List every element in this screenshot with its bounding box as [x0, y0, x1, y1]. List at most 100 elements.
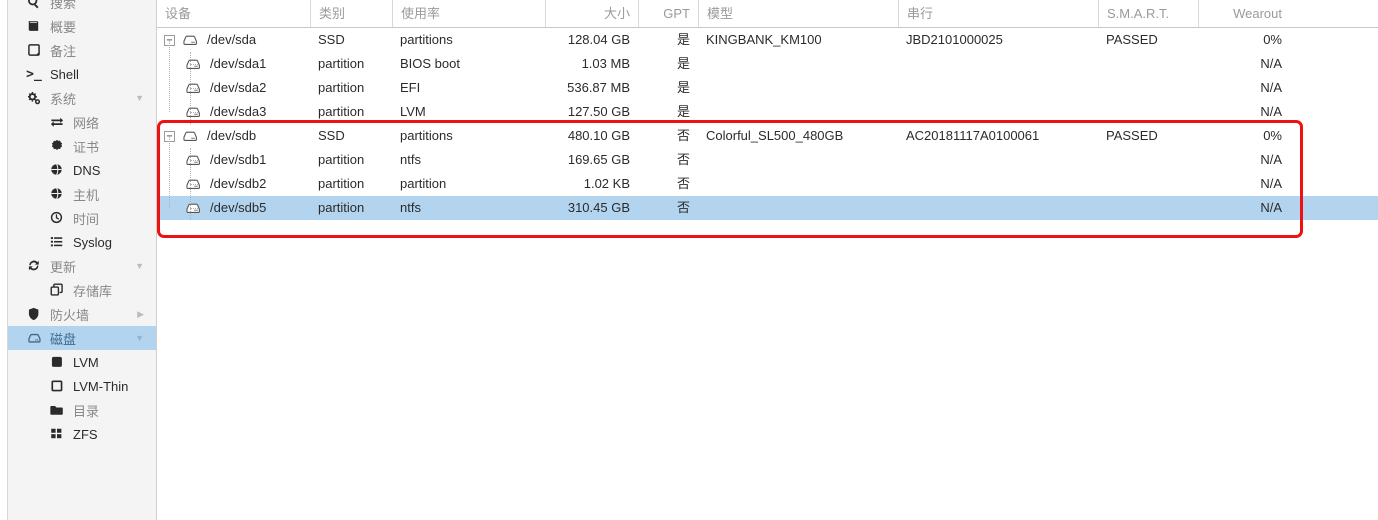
sidebar-item-label: 磁盘 — [50, 331, 77, 347]
sidebar-item-system[interactable]: 系统 ▼ — [8, 86, 156, 110]
cell-size: 310.45 GB — [567, 200, 630, 215]
cell-size: 128.04 GB — [567, 32, 630, 47]
column-header-size[interactable]: 大小 — [545, 0, 638, 27]
cell-model — [698, 196, 898, 220]
sidebar-item-notes[interactable]: 备注 — [8, 38, 156, 62]
sidebar-item-certificates[interactable]: 证书 — [8, 134, 156, 158]
cell-wearout: 0% — [1263, 128, 1282, 143]
sidebar-item-updates[interactable]: 更新 ▼ — [8, 254, 156, 278]
cell-device: /dev/sda3 — [157, 100, 310, 124]
sidebar-item-firewall[interactable]: 防火墙 ▶ — [8, 302, 156, 326]
table-row[interactable]: /dev/sdb5 partition ntfs 310.45 GB 否 N/A — [157, 196, 1378, 220]
cell-type: partition — [318, 176, 365, 191]
table-row[interactable]: /dev/sdb1 partition ntfs 169.65 GB 否 N/A — [157, 148, 1378, 172]
column-header-gpt[interactable]: GPT — [638, 0, 698, 27]
cell-device: /dev/sda2 — [157, 76, 310, 100]
cell-gpt: 是 — [676, 56, 690, 71]
sidebar-item-time[interactable]: 时间 — [8, 206, 156, 230]
sidebar-item-zfs[interactable]: ZFS — [8, 422, 156, 446]
cell-model — [698, 52, 898, 76]
table-row[interactable]: −/dev/sda SSD partitions 128.04 GB 是 KINGBANK… — [157, 28, 1378, 52]
cell-usage: partition — [400, 176, 447, 191]
cell-usage: BIOS boot — [400, 56, 460, 71]
terminal-icon: >_ — [26, 66, 42, 82]
zfs-icon — [48, 427, 66, 441]
cell-usage: EFI — [400, 80, 421, 95]
device-name: /dev/sda3 — [210, 104, 267, 119]
chevron-down-icon[interactable]: ▼ — [135, 333, 144, 343]
tree-guide-line — [190, 208, 198, 209]
chevron-right-icon[interactable]: ▶ — [137, 309, 144, 319]
sidebar-item-lvm[interactable]: LVM — [8, 350, 156, 374]
drive-icon — [182, 128, 198, 144]
sidebar-item-directory[interactable]: 目录 — [8, 398, 156, 422]
sidebar-item-network[interactable]: 网络 — [8, 110, 156, 134]
sidebar-item-summary[interactable]: 概要 — [8, 14, 156, 38]
sidebar-item-shell[interactable]: >_ Shell — [8, 62, 156, 86]
device-name: /dev/sdb — [207, 128, 257, 143]
device-name: /dev/sdb1 — [210, 152, 267, 167]
device-name: /dev/sdb2 — [210, 176, 267, 191]
sidebar-item-lvm-thin[interactable]: LVM-Thin — [8, 374, 156, 398]
folder-icon — [48, 403, 66, 417]
tree-guide-line — [169, 136, 170, 208]
sidebar-item-repositories[interactable]: 存储库 — [8, 278, 156, 302]
globe-icon — [48, 163, 66, 177]
cell-wearout: N/A — [1260, 104, 1282, 119]
tree-guide-line — [190, 112, 198, 113]
cell-size: 536.87 MB — [567, 80, 630, 95]
globe-icon — [48, 187, 66, 201]
column-header-model[interactable]: 模型 — [698, 0, 898, 27]
chevron-down-icon[interactable]: ▼ — [135, 93, 144, 103]
column-header-serial[interactable]: 串行 — [898, 0, 1098, 27]
table-row[interactable]: /dev/sda1 partition BIOS boot 1.03 MB 是 N/A — [157, 52, 1378, 76]
disk-icon — [25, 331, 43, 345]
table-row[interactable]: −/dev/sdb SSD partitions 480.10 GB 否 Colorful… — [157, 124, 1378, 148]
sidebar-item-label: LVM-Thin — [73, 378, 129, 394]
cell-wearout: N/A — [1260, 176, 1282, 191]
sidebar-item-hosts[interactable]: 主机 — [8, 182, 156, 206]
cell-gpt: 否 — [676, 152, 690, 167]
sidebar-item-label: LVM — [73, 354, 99, 370]
cell-wearout: N/A — [1260, 56, 1282, 71]
device-name: /dev/sda — [207, 32, 257, 47]
cell-device: /dev/sda1 — [157, 52, 310, 76]
cell-smart: PASSED — [1106, 128, 1158, 143]
cell-gpt: 是 — [676, 32, 690, 47]
column-header-usage[interactable]: 使用率 — [392, 0, 545, 27]
column-header-wearout[interactable]: Wearout — [1198, 0, 1290, 27]
cell-usage: ntfs — [400, 152, 421, 167]
cell-usage: ntfs — [400, 200, 421, 215]
sidebar-item-search[interactable]: 搜索 — [8, 0, 156, 14]
sidebar-item-syslog[interactable]: Syslog — [8, 230, 156, 254]
sidebar-item-label: DNS — [73, 162, 101, 178]
column-header-device[interactable]: 设备 — [157, 0, 310, 27]
cell-type: SSD — [318, 128, 345, 143]
book-icon — [25, 19, 43, 33]
cell-size: 169.65 GB — [567, 152, 630, 167]
repository-icon — [48, 283, 66, 297]
cell-serial — [898, 76, 1098, 100]
sidebar: 搜索 概要 备注 >_ Shell 系统 ▼ 网络证书 DNS 主机 时间 Syslog 更新 ▼ 存储库防… — [0, 0, 157, 520]
cell-gpt: 是 — [676, 80, 690, 95]
chevron-down-icon[interactable]: ▼ — [135, 261, 144, 271]
table-row[interactable]: /dev/sda3 partition LVM 127.50 GB 是 N/A — [157, 100, 1378, 124]
sidebar-item-dns[interactable]: DNS — [8, 158, 156, 182]
table-row[interactable]: /dev/sda2 partition EFI 536.87 MB 是 N/A — [157, 76, 1378, 100]
cell-wearout: N/A — [1260, 80, 1282, 95]
cell-device: /dev/sdb1 — [157, 148, 310, 172]
column-header-smart[interactable]: S.M.A.R.T. — [1098, 0, 1198, 27]
tree-guide-line — [190, 184, 198, 185]
cell-serial — [898, 100, 1098, 124]
cell-serial — [898, 172, 1098, 196]
column-header-type[interactable]: 类别 — [310, 0, 392, 27]
sidebar-item-label: 证书 — [73, 139, 100, 155]
sidebar-item-disks[interactable]: 磁盘 ▼ — [8, 326, 156, 350]
cell-usage: partitions — [400, 32, 453, 47]
cell-model — [698, 76, 898, 100]
sidebar-item-label: 存储库 — [73, 283, 113, 299]
device-name: /dev/sda2 — [210, 80, 267, 95]
table-row[interactable]: /dev/sdb2 partition partition 1.02 KB 否 N/A — [157, 172, 1378, 196]
cell-device: −/dev/sda — [157, 28, 310, 52]
network-icon — [48, 115, 66, 129]
